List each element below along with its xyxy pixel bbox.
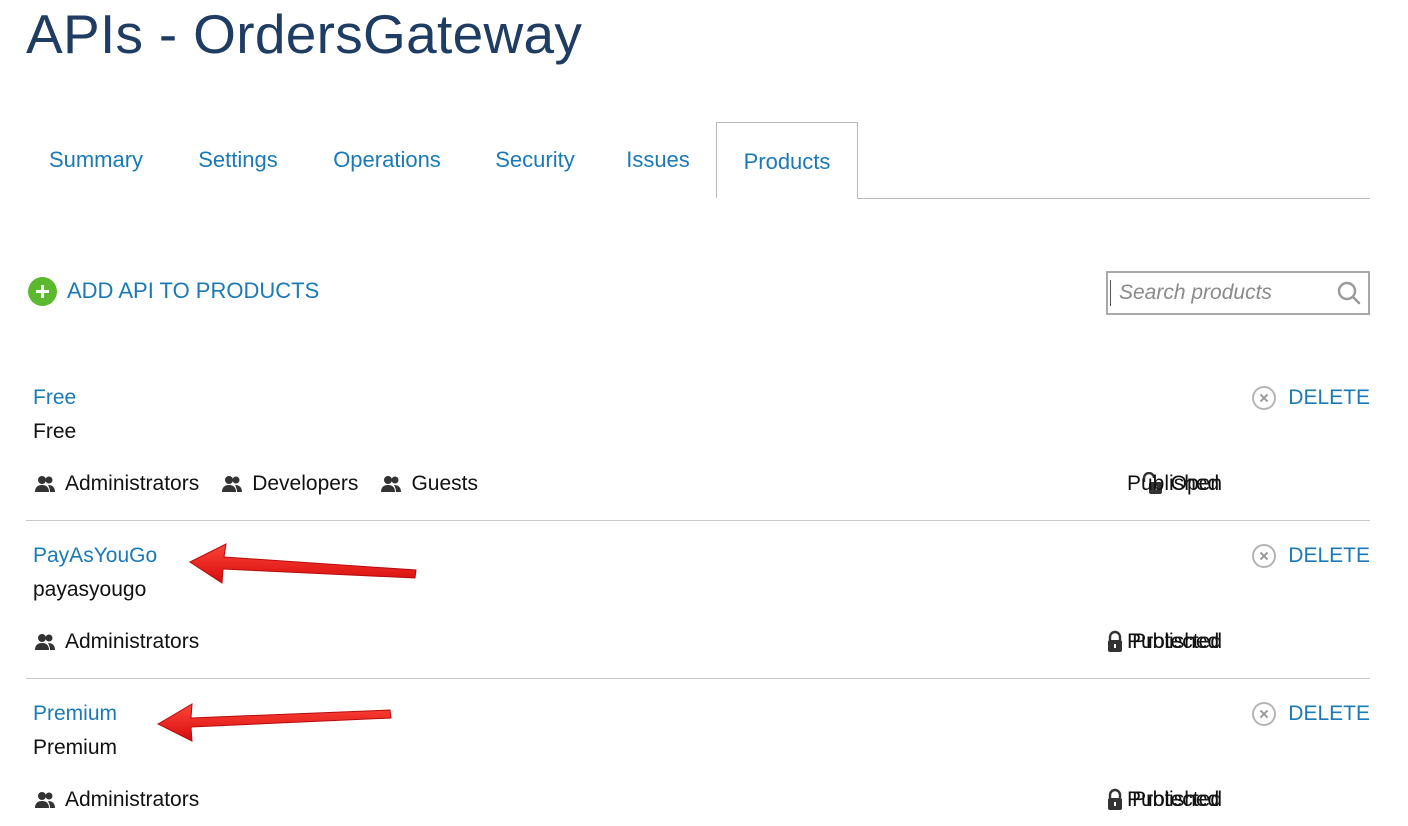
tab-issues[interactable]: Issues: [606, 122, 710, 198]
tab-operations[interactable]: Operations: [310, 122, 464, 198]
delete-label: DELETE: [1288, 544, 1370, 567]
status-label: Published: [1127, 630, 1220, 653]
close-circle-icon: [1252, 386, 1277, 410]
tab-summary[interactable]: Summary: [26, 122, 166, 198]
group-administrators: Administrators: [34, 630, 199, 654]
product-name-link[interactable]: PayAsYouGo: [33, 544, 157, 568]
product-name-link[interactable]: Premium: [33, 702, 117, 726]
tab-products[interactable]: Products: [716, 122, 858, 198]
add-api-label: ADD API TO PRODUCTS: [67, 278, 320, 303]
users-icon: [35, 634, 55, 650]
annotation-arrow: [156, 703, 392, 742]
page-title: APIs - OrdersGateway: [26, 3, 583, 65]
product-item: Free Free DELETE Administrators Develope…: [26, 386, 1370, 506]
add-api-to-products-button[interactable]: ADD API TO PRODUCTS: [28, 276, 319, 306]
lock-icon: [1108, 788, 1123, 810]
close-circle-icon: [1252, 544, 1277, 568]
product-description: Free: [33, 420, 77, 443]
search-box: [1106, 271, 1370, 315]
product-description: payasyougo: [33, 578, 147, 601]
status-label: Published: [1127, 788, 1220, 811]
status-label: Published: [1127, 472, 1220, 495]
product-name-link[interactable]: Free: [33, 386, 76, 410]
plus-icon: [28, 276, 57, 306]
divider: [26, 678, 1370, 679]
group-guests: Guests: [380, 472, 478, 496]
group-developers: Developers: [221, 472, 358, 496]
users-icon: [222, 476, 243, 492]
product-groups: Administrators: [34, 630, 221, 654]
delete-button[interactable]: DELETE: [1252, 386, 1370, 410]
search-icon[interactable]: [1330, 274, 1368, 312]
delete-label: DELETE: [1288, 386, 1370, 409]
users-icon: [35, 476, 55, 492]
product-description: Premium: [33, 736, 118, 759]
lock-icon: [1108, 630, 1123, 652]
group-administrators: Administrators: [34, 788, 199, 812]
users-icon: [381, 476, 402, 492]
product-groups: Administrators: [34, 788, 221, 812]
tab-underline: [857, 198, 1370, 199]
tab-settings[interactable]: Settings: [176, 122, 300, 198]
delete-label: DELETE: [1288, 702, 1370, 725]
divider: [26, 520, 1370, 521]
tab-security[interactable]: Security: [474, 122, 596, 198]
annotation-arrow: [188, 543, 417, 584]
delete-button[interactable]: DELETE: [1252, 702, 1370, 726]
group-administrators: Administrators: [34, 472, 199, 496]
search-input[interactable]: [1110, 280, 1330, 306]
close-circle-icon: [1252, 702, 1277, 726]
product-groups: Administrators Developers Guests: [34, 472, 500, 496]
delete-button[interactable]: DELETE: [1252, 544, 1370, 568]
users-icon: [35, 792, 55, 808]
